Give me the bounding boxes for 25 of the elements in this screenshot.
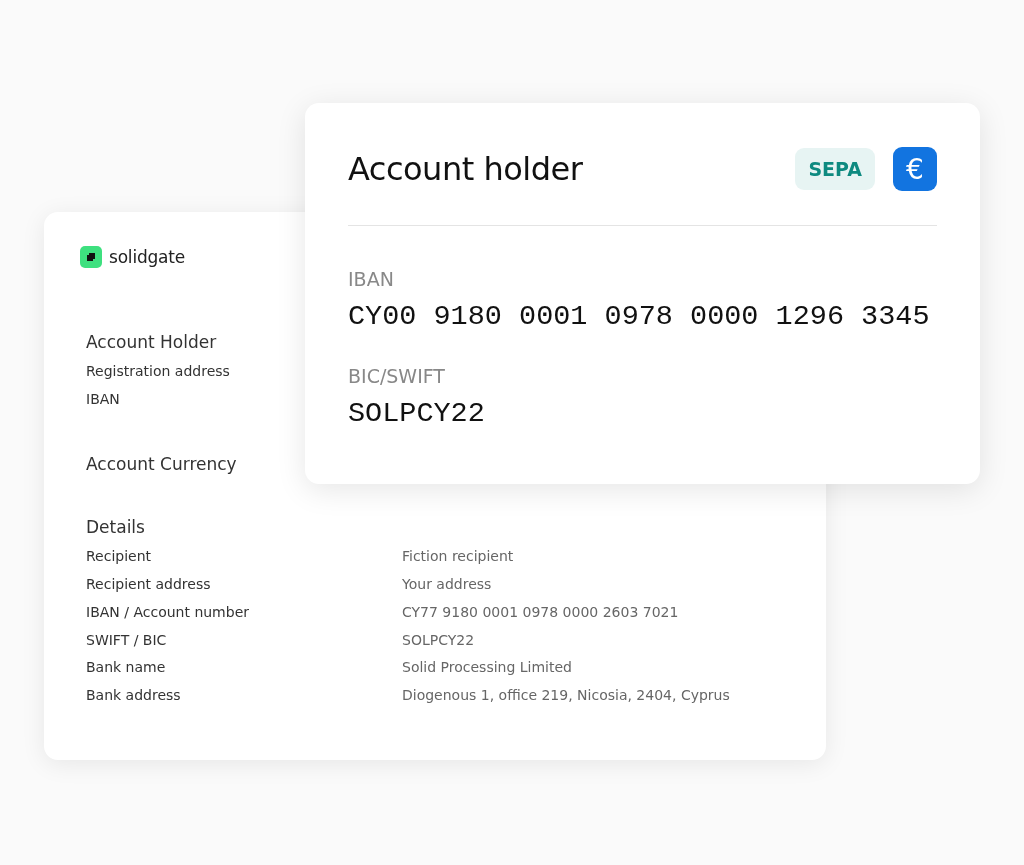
sepa-badge: SEPA xyxy=(795,148,875,190)
field-value: CY77 9180 0001 0978 0000 2603 7021 xyxy=(402,602,680,622)
section-title: Details xyxy=(86,517,146,538)
field-label: Recipient address xyxy=(86,575,212,594)
field-label: Recipient xyxy=(86,547,153,567)
field-label: SWIFT / BIC xyxy=(86,630,168,650)
field-value: Diogenous 1, office 219, Nicosia, 2404, Cyprus xyxy=(402,685,731,705)
card-title: Account holder xyxy=(348,150,583,188)
currency-badge: € xyxy=(893,147,937,191)
field-label: IBAN xyxy=(348,268,395,290)
section-title: Account Currency xyxy=(86,454,238,475)
logo-icon xyxy=(80,246,102,268)
field-label: Bank address xyxy=(86,685,182,705)
field-label: Bank name xyxy=(86,658,167,677)
field-label: IBAN / Account number xyxy=(86,602,251,622)
brand-name: solidgate xyxy=(109,247,186,267)
field-label: BIC/SWIFT xyxy=(348,365,446,387)
field-value: Fiction recipient xyxy=(402,547,515,567)
field-value: Solid Processing Limited xyxy=(402,658,573,677)
field-value: Your address xyxy=(402,575,493,594)
field-label: IBAN xyxy=(86,389,121,409)
field-value: SOLPCY22 xyxy=(348,397,486,430)
field-value: CY00 9180 0001 0978 0000 1296 3345 xyxy=(348,300,931,333)
section-title: Account Holder xyxy=(86,332,218,352)
field-value: SOLPCY22 xyxy=(402,630,476,650)
